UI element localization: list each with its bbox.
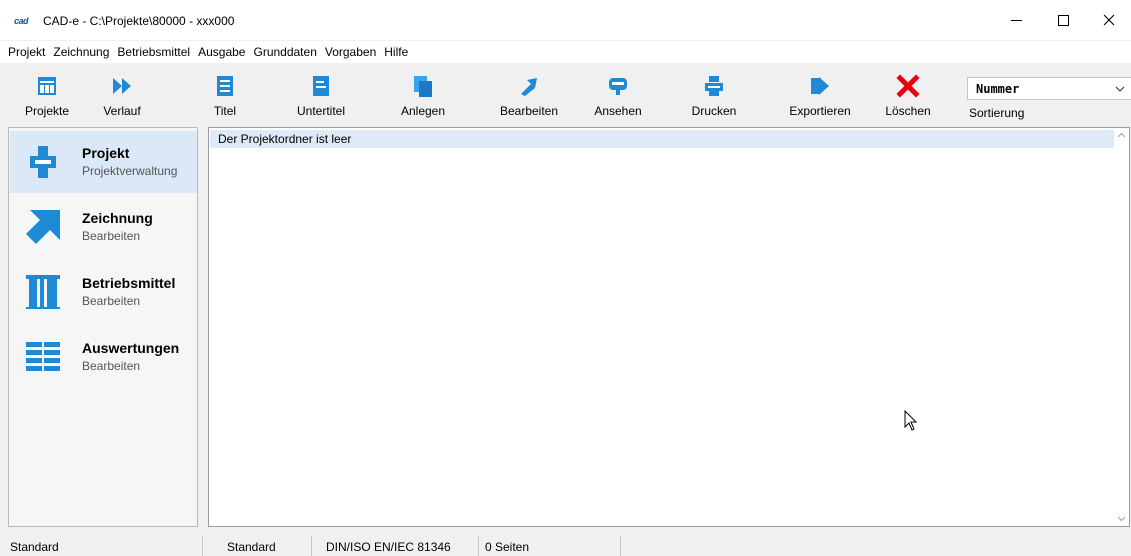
maximize-icon [1057,14,1069,26]
menu-hilfe[interactable]: Hilfe [380,41,412,63]
chevron-down-icon [1115,86,1125,92]
loeschen-button[interactable]: Löschen [878,67,938,125]
subtitle-icon [313,76,329,96]
sidebar-item-betriebsmittel[interactable]: Betriebsmittel Bearbeiten [10,261,197,323]
status-divider [311,536,312,556]
menu-betriebsmittel[interactable]: Betriebsmittel [113,41,194,63]
untertitel-button[interactable]: Untertitel [289,67,353,125]
menu-grunddaten[interactable]: Grunddaten [249,41,320,63]
exportieren-button[interactable]: Exportieren [784,67,856,125]
sidebar-item-subtitle: Bearbeiten [82,294,141,308]
title-icon [217,76,233,96]
status-bar: Standard Standard DIN/ISO EN/IEC 81346 0… [0,534,1131,556]
empty-message: Der Projektordner ist leer [218,132,352,146]
print-icon [705,76,723,96]
maximize-button[interactable] [1040,0,1086,40]
menu-projekt[interactable]: Projekt [4,41,49,63]
menu-vorgaben[interactable]: Vorgaben [321,41,380,63]
status-cell: Standard [227,540,276,554]
status-cell: DIN/ISO EN/IEC 81346 [326,540,451,554]
status-divider [478,536,479,556]
sidebar-item-title: Auswertungen [82,340,180,356]
sidebar-item-title: Betriebsmittel [82,275,176,291]
sidebar-item-subtitle: Projektverwaltung [82,164,178,178]
reports-icon [26,342,60,371]
bearbeiten-button[interactable]: Bearbeiten [494,67,564,125]
projects-icon [38,77,56,95]
titel-label: Titel [213,104,237,118]
sidebar-item-title: Projekt [82,145,130,161]
verlauf-button[interactable]: Verlauf [100,67,144,125]
sort-dropdown[interactable]: Nummer [967,77,1131,100]
window-title: CAD-e - C:\Projekte\80000 - xxx000 [43,14,235,28]
create-icon [414,76,432,97]
scroll-down-icon[interactable] [1117,516,1126,522]
anlegen-label: Anlegen [400,104,446,118]
vertical-scrollbar[interactable] [1114,128,1129,526]
history-forward-icon [113,78,131,94]
sort-value: Nummer [976,82,1020,96]
drucken-label: Drucken [691,104,737,118]
sidebar-item-zeichnung[interactable]: Zeichnung Bearbeiten [10,196,197,258]
drawing-arrow-icon [26,210,60,244]
toolbar: Projekte Verlauf Titel Untertitel Anlege… [0,67,1131,125]
sidebar-item-subtitle: Bearbeiten [82,229,141,243]
export-icon [811,77,829,95]
untertitel-label: Untertitel [296,104,346,118]
verlauf-label: Verlauf [103,104,141,118]
status-divider [202,536,203,556]
scroll-up-icon[interactable] [1117,132,1126,138]
sidebar-item-title: Zeichnung [82,210,153,226]
menu-zeichnung[interactable]: Zeichnung [49,41,113,63]
sidebar: Projekt Projektverwaltung Zeichnung Bear… [8,127,198,527]
sidebar-item-auswertungen[interactable]: Auswertungen Bearbeiten [10,326,197,388]
status-divider [620,536,621,556]
project-icon [30,146,56,178]
minimize-icon [1010,19,1022,21]
sidebar-item-projekt[interactable]: Projekt Projektverwaltung [10,131,197,193]
sidebar-item-subtitle: Bearbeiten [82,359,141,373]
mouse-cursor-icon [904,410,918,431]
project-list[interactable]: Der Projektordner ist leer [208,127,1130,527]
delete-x-icon [896,74,920,98]
drucken-button[interactable]: Drucken [684,67,744,125]
close-button[interactable] [1086,0,1131,40]
minimize-button[interactable] [993,0,1039,40]
menu-bar: Projekt Zeichnung Betriebsmittel Ausgabe… [0,41,1131,63]
anlegen-button[interactable]: Anlegen [396,67,450,125]
edit-arrow-icon [521,78,537,96]
equipment-icon [26,275,60,309]
bearbeiten-label: Bearbeiten [499,104,559,118]
exportieren-label: Exportieren [789,104,851,118]
title-bar: cad CAD-e - C:\Projekte\80000 - xxx000 [0,0,1131,40]
empty-message-row: Der Projektordner ist leer [210,130,1115,148]
view-icon [609,78,627,95]
projekte-label: Projekte [24,104,70,118]
ansehen-button[interactable]: Ansehen [588,67,648,125]
status-cell: 0 Seiten [485,540,530,554]
app-logo: cad [14,16,29,26]
sort-label: Sortierung [969,106,1025,120]
titel-button[interactable]: Titel [205,67,245,125]
ansehen-label: Ansehen [594,104,642,118]
projekte-button[interactable]: Projekte [20,67,74,125]
close-icon [1103,14,1115,26]
status-cell: Standard [10,540,59,554]
menu-ausgabe[interactable]: Ausgabe [194,41,249,63]
loeschen-label: Löschen [885,104,931,118]
